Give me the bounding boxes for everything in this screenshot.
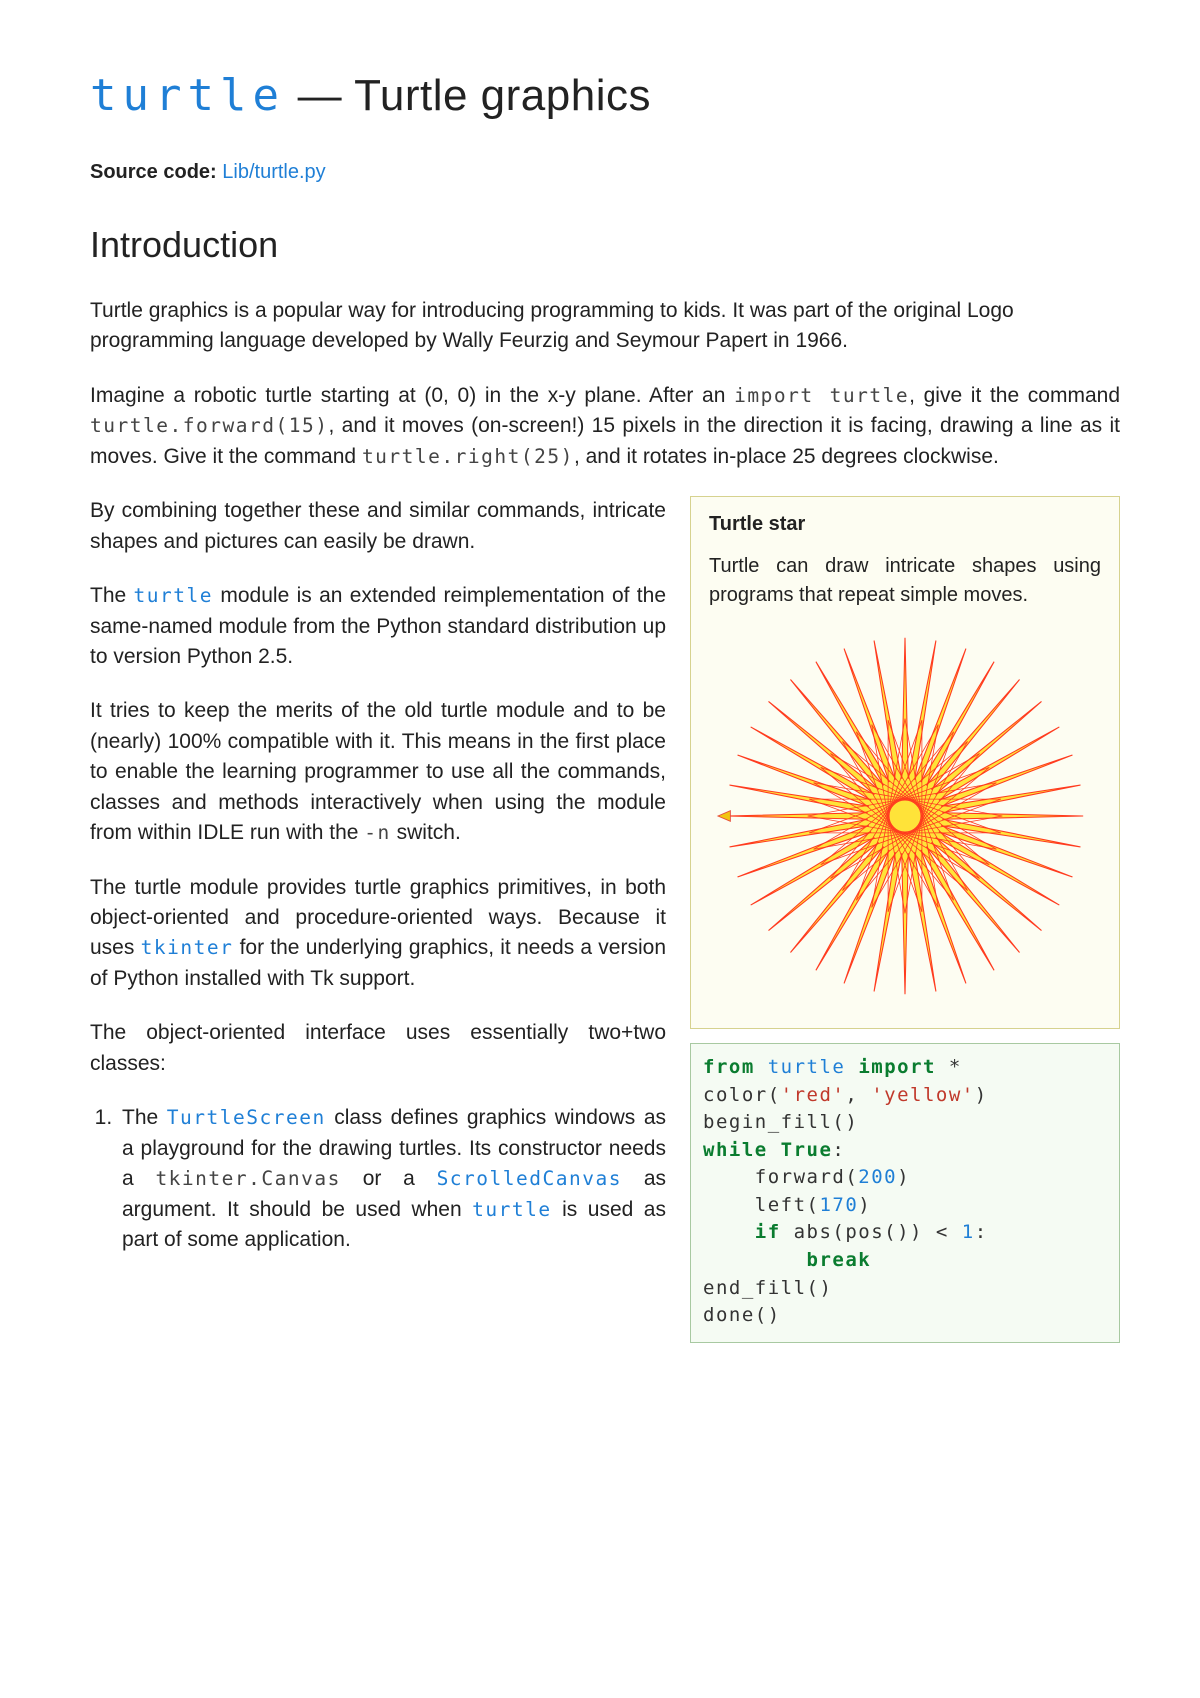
num-200: 200 bbox=[858, 1166, 897, 1188]
paren: ) bbox=[975, 1084, 988, 1106]
fn-begin-fill: begin_fill() bbox=[703, 1111, 858, 1133]
turtle-star-figure bbox=[709, 620, 1101, 1012]
text: , and it rotates in-place 25 degrees clo… bbox=[574, 445, 999, 468]
str-red: 'red' bbox=[781, 1084, 846, 1106]
title-rest: Turtle graphics bbox=[354, 71, 651, 120]
class-list: The TurtleScreen class defines graphics … bbox=[90, 1103, 666, 1255]
kw-true: True bbox=[781, 1139, 833, 1161]
code-example: from turtle import * color('red', 'yello… bbox=[690, 1043, 1120, 1342]
tkinter-link[interactable]: tkinter bbox=[141, 936, 234, 959]
title-module: turtle bbox=[90, 70, 285, 121]
kw-import: import bbox=[858, 1056, 936, 1078]
kw-while: while bbox=[703, 1139, 768, 1161]
text: The bbox=[122, 1106, 167, 1129]
page: turtle — Turtle graphics Source code: Li… bbox=[0, 0, 1200, 1698]
left-paragraph-tkinter: The turtle module provides turtle graphi… bbox=[90, 873, 666, 995]
str-yellow: 'yellow' bbox=[871, 1084, 975, 1106]
page-title: turtle — Turtle graphics bbox=[90, 70, 1120, 121]
turtle-cursor-icon bbox=[718, 811, 730, 822]
text: The bbox=[90, 584, 134, 607]
comma: , bbox=[845, 1084, 871, 1106]
left-paragraph-combining: By combining together these and similar … bbox=[90, 496, 666, 557]
kw-from: from bbox=[703, 1056, 755, 1078]
mod-turtle: turtle bbox=[768, 1056, 846, 1078]
sidebar-title: Turtle star bbox=[709, 513, 1101, 536]
sidebar-text: Turtle can draw intricate shapes using p… bbox=[709, 552, 1101, 610]
kw-if: if bbox=[703, 1221, 781, 1243]
fn-forward: forward( bbox=[703, 1166, 858, 1188]
turtle-star-sidebar: Turtle star Turtle can draw intricate sh… bbox=[690, 496, 1120, 1029]
two-column-layout: By combining together these and similar … bbox=[90, 496, 1120, 1342]
colon: : bbox=[975, 1221, 988, 1243]
scrolledcanvas-link[interactable]: ScrolledCanvas bbox=[437, 1167, 623, 1190]
list-item: The TurtleScreen class defines graphics … bbox=[118, 1103, 666, 1255]
turtlescreen-link[interactable]: TurtleScreen bbox=[167, 1106, 326, 1129]
source-code-line: Source code: Lib/turtle.py bbox=[90, 161, 1120, 184]
num-1: 1 bbox=[962, 1221, 975, 1243]
turtle-module-link[interactable]: turtle bbox=[134, 584, 214, 607]
paren: ) bbox=[858, 1194, 871, 1216]
fn-color: color( bbox=[703, 1084, 781, 1106]
fn-left: left( bbox=[703, 1194, 819, 1216]
left-paragraph-merits: It tries to keep the merits of the old t… bbox=[90, 696, 666, 848]
title-dash: — bbox=[285, 71, 354, 120]
expr-abs-pos: abs(pos()) < bbox=[781, 1221, 962, 1243]
left-paragraph-two-classes: The object-oriented interface uses essen… bbox=[90, 1018, 666, 1079]
code-forward: turtle.forward(15) bbox=[90, 414, 329, 437]
right-column: Turtle star Turtle can draw intricate sh… bbox=[690, 496, 1120, 1342]
intro-paragraph-1: Turtle graphics is a popular way for int… bbox=[90, 296, 1120, 357]
fn-end-fill: end_fill() bbox=[703, 1277, 832, 1299]
num-170: 170 bbox=[819, 1194, 858, 1216]
code-n-switch: -n bbox=[364, 821, 391, 844]
turtle-link[interactable]: turtle bbox=[472, 1198, 552, 1221]
code-tkinter-canvas: tkinter.Canvas bbox=[155, 1167, 341, 1190]
section-introduction-heading: Introduction bbox=[90, 224, 1120, 266]
code-import-turtle: import turtle bbox=[734, 384, 909, 407]
text: switch. bbox=[391, 821, 461, 844]
text: Imagine a robotic turtle starting at (0,… bbox=[90, 384, 734, 407]
code-right: turtle.right(25) bbox=[362, 445, 574, 468]
source-label: Source code: bbox=[90, 161, 217, 183]
text: , give it the command bbox=[909, 384, 1120, 407]
intro-paragraph-2: Imagine a robotic turtle starting at (0,… bbox=[90, 381, 1120, 472]
kw-break: break bbox=[703, 1249, 871, 1271]
colon: : bbox=[832, 1139, 845, 1161]
left-column: By combining together these and similar … bbox=[90, 496, 666, 1255]
star-op: * bbox=[936, 1056, 962, 1078]
paren: ) bbox=[897, 1166, 910, 1188]
fn-done: done() bbox=[703, 1304, 781, 1326]
left-paragraph-module: The turtle module is an extended reimple… bbox=[90, 581, 666, 672]
source-link[interactable]: Lib/turtle.py bbox=[222, 161, 325, 183]
text: or a bbox=[341, 1167, 437, 1190]
